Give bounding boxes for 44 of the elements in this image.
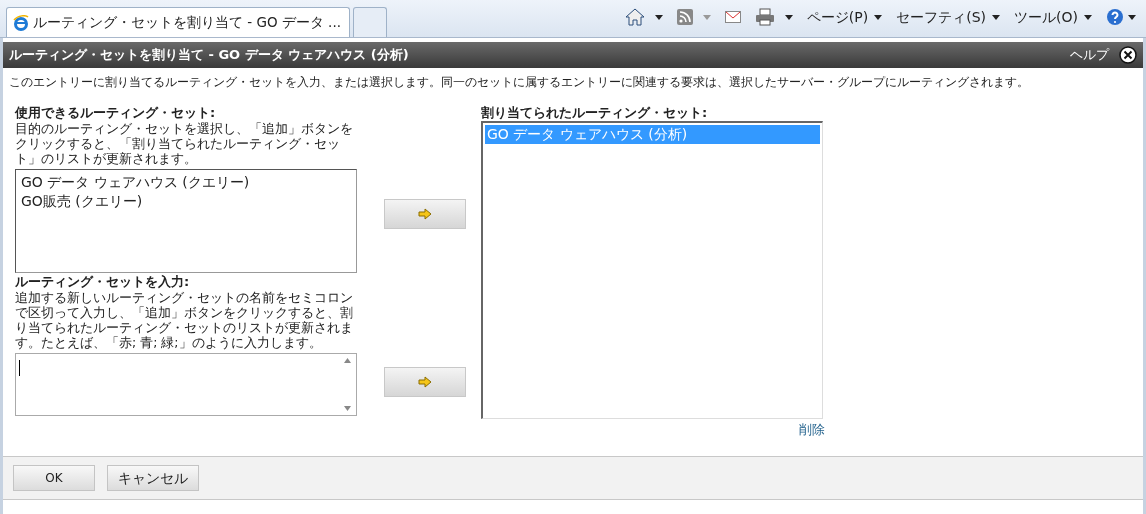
available-list[interactable]: GO データ ウェアハウス (クエリー) GO販売 (クエリー) bbox=[15, 169, 357, 273]
caret-icon bbox=[784, 14, 793, 20]
list-item[interactable]: GO販売 (クエリー) bbox=[19, 192, 353, 211]
scroll-down-icon[interactable] bbox=[344, 406, 351, 411]
section-heading: 割り当てられたルーティング・セット: bbox=[481, 105, 709, 121]
section-description: 追加する新しいルーティング・セットの名前をセミコロンで区切って入力し、「追加」ボタンをクリックすると、割り当てられたルーティング・セットのリストが更新されます。たとえば、「赤; 青; 緑;」のように入力します。 bbox=[15, 290, 354, 350]
mail-icon[interactable] bbox=[724, 11, 741, 23]
caret-icon bbox=[1128, 14, 1136, 20]
feed-icon bbox=[676, 9, 693, 25]
browser-logo-icon bbox=[13, 14, 29, 31]
arrow-right-icon bbox=[418, 208, 432, 220]
section-description: 目的のルーティング・セットを選択し、「追加」ボタンをクリックすると、「割り当てられたルーティング・セット」のリストが更新されます。 bbox=[15, 121, 354, 166]
help-icon bbox=[1106, 8, 1124, 26]
caret-icon bbox=[654, 14, 663, 20]
dialog-description: このエントリーに割り当てるルーティング・セットを入力、または選択します。同一のセットに属するエントリーに関連する要求は、選択したサーバー・グループにルーティングされます。 bbox=[8, 74, 1030, 91]
caret-icon bbox=[1084, 14, 1092, 20]
caret-icon bbox=[874, 14, 883, 20]
add-button[interactable] bbox=[384, 367, 466, 397]
home-icon bbox=[624, 8, 645, 26]
toolbar-menu[interactable]: ページ(P) bbox=[806, 6, 883, 28]
toolbar-menu[interactable]: ツール(O) bbox=[1014, 6, 1092, 28]
caret-icon bbox=[702, 14, 711, 20]
cancel-button[interactable]: キャンセル bbox=[107, 465, 199, 491]
scroll-up-icon[interactable] bbox=[344, 358, 351, 363]
help-link[interactable]: ヘルプ bbox=[1070, 45, 1109, 65]
section-heading: ルーティング・セットを入力: bbox=[15, 274, 191, 290]
routing-set-input[interactable] bbox=[15, 353, 357, 416]
section-heading: 使用できるルーティング・セット: bbox=[15, 105, 217, 121]
dialog-title: ルーティング・セットを割り当て - GO データ ウェアハウス (分析) bbox=[9, 46, 409, 65]
feeds-button[interactable] bbox=[676, 9, 711, 25]
help-menu[interactable] bbox=[1106, 8, 1136, 26]
browser-tab[interactable] bbox=[353, 7, 387, 37]
home-button[interactable] bbox=[624, 8, 663, 26]
list-item[interactable]: GO データ ウェアハウス (クエリー) bbox=[19, 173, 353, 192]
add-button[interactable] bbox=[384, 199, 466, 229]
toolbar-menu[interactable]: セーフティ(S) bbox=[896, 6, 1001, 28]
print-button[interactable] bbox=[754, 8, 793, 26]
close-icon[interactable] bbox=[1119, 46, 1137, 64]
caret-icon bbox=[992, 14, 1001, 20]
browser-tab[interactable]: ルーティング・セットを割り当て - GO データ ... bbox=[6, 7, 350, 37]
printer-icon bbox=[754, 8, 775, 26]
arrow-right-icon bbox=[418, 376, 432, 388]
ok-button[interactable]: OK bbox=[13, 465, 95, 491]
delete-link[interactable]: 削除 bbox=[799, 420, 825, 440]
